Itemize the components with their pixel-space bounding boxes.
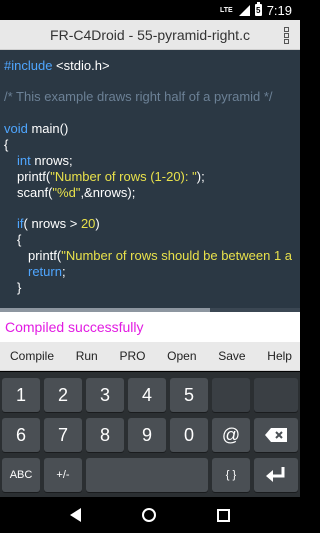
code-line: { xyxy=(4,137,8,153)
battery-icon: 5 xyxy=(254,2,262,16)
code-line: printf("Number of rows (1-20): "); xyxy=(17,169,205,185)
status-message: Compiled successfully xyxy=(5,319,144,335)
code-line: scanf("%d",&nrows); xyxy=(17,185,135,201)
back-icon[interactable] xyxy=(70,508,82,522)
recent-apps-icon[interactable] xyxy=(216,508,230,522)
space-key[interactable] xyxy=(86,458,208,492)
code-line: { xyxy=(17,232,21,248)
code-keyword: return xyxy=(28,264,62,279)
code-keyword: int xyxy=(17,153,31,168)
key-3[interactable]: 3 xyxy=(86,378,124,412)
key-4[interactable]: 4 xyxy=(128,378,166,412)
action-toolbar: Compile Run PRO Open Save Help xyxy=(0,342,300,371)
network-type: LTE xyxy=(219,6,233,14)
help-button[interactable]: Help xyxy=(267,349,292,363)
code-text: nrows; xyxy=(30,153,73,168)
code-comment: /* This example draws right half of a py… xyxy=(4,89,273,104)
clock: 7:19 xyxy=(266,2,292,18)
backspace-icon xyxy=(265,428,287,442)
code-string: "Number of rows should be between 1 a xyxy=(61,248,293,263)
plus-minus-key[interactable]: +/- xyxy=(44,458,82,492)
key-5[interactable]: 5 xyxy=(170,378,208,412)
code-line: return; xyxy=(28,264,66,280)
code-text: { xyxy=(4,137,9,152)
code-keyword: void xyxy=(4,121,28,136)
battery-level: 5 xyxy=(255,5,261,15)
code-text: ( nrows > xyxy=(23,216,81,231)
compile-button[interactable]: Compile xyxy=(10,349,54,363)
navigation-bar xyxy=(0,497,300,533)
enter-icon xyxy=(266,467,285,482)
code-text: main() xyxy=(27,121,69,136)
code-text: <stdio.h> xyxy=(52,58,110,73)
code-text: printf( xyxy=(17,169,51,184)
code-number: 20 xyxy=(80,216,96,231)
key-8[interactable]: 8 xyxy=(86,418,124,452)
app-title-bar: FR-C4Droid - 55-pyramid-right.c xyxy=(0,20,300,50)
run-button[interactable]: Run xyxy=(76,349,98,363)
code-text: ,&nrows); xyxy=(80,185,136,200)
code-text: ); xyxy=(196,169,205,184)
code-text: scanf( xyxy=(17,185,53,200)
code-line: } xyxy=(17,280,21,296)
code-line: void main() xyxy=(4,121,68,137)
system-status-bar: LTE 5 7:19 xyxy=(0,0,300,20)
code-text: printf( xyxy=(28,248,62,263)
numeric-keyboard: 1 2 3 4 5 6 7 8 9 0 @ ABC +/- { } xyxy=(0,372,300,497)
key-at[interactable]: @ xyxy=(212,418,250,452)
overflow-menu-icon[interactable] xyxy=(284,27,290,44)
compile-status: Compiled successfully xyxy=(0,312,300,342)
key-6[interactable]: 6 xyxy=(2,418,40,452)
code-text: ; xyxy=(61,264,66,279)
key-blank[interactable] xyxy=(212,378,250,412)
code-line: /* This example draws right half of a py… xyxy=(4,89,273,105)
key-7[interactable]: 7 xyxy=(44,418,82,452)
code-line: int nrows; xyxy=(17,153,73,169)
key-1[interactable]: 1 xyxy=(2,378,40,412)
code-string: "Number of rows (1-20): " xyxy=(50,169,197,184)
backspace-key[interactable] xyxy=(254,418,298,452)
window-title: FR-C4Droid - 55-pyramid-right.c xyxy=(50,26,250,43)
code-string: "%d" xyxy=(52,185,81,200)
code-text: } xyxy=(17,280,22,295)
code-text: ) xyxy=(95,216,100,231)
code-text: { xyxy=(17,232,22,247)
abc-key[interactable]: ABC xyxy=(2,458,40,492)
code-line: if( nrows > 20) xyxy=(17,216,100,232)
home-icon[interactable] xyxy=(141,508,156,522)
key-blank[interactable] xyxy=(254,378,298,412)
code-keyword: #include xyxy=(4,58,53,73)
code-line: #include <stdio.h> xyxy=(4,58,110,74)
open-button[interactable]: Open xyxy=(167,349,196,363)
code-editor[interactable]: #include <stdio.h> /* This example draws… xyxy=(0,50,300,312)
key-2[interactable]: 2 xyxy=(44,378,82,412)
braces-key[interactable]: { } xyxy=(212,458,250,492)
code-line: printf("Number of rows should be between… xyxy=(28,248,292,264)
key-9[interactable]: 9 xyxy=(128,418,166,452)
pro-button[interactable]: PRO xyxy=(119,349,145,363)
enter-key[interactable] xyxy=(254,458,298,492)
save-button[interactable]: Save xyxy=(218,349,245,363)
key-0[interactable]: 0 xyxy=(170,418,208,452)
signal-icon xyxy=(238,4,250,16)
